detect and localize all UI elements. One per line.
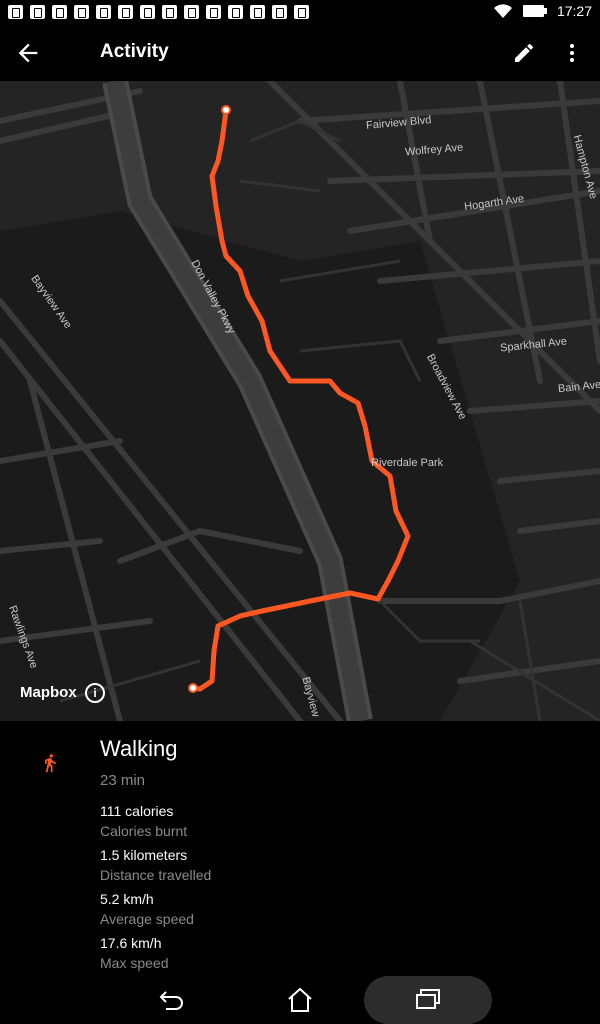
stat-value: 5.2 km/h [100, 891, 154, 907]
battery-icon [522, 5, 547, 17]
stat-calories: 111 calories Calories burnt [100, 803, 187, 839]
notification-icon [206, 5, 221, 19]
notification-icon [96, 5, 111, 19]
clock: 17:27 [556, 3, 592, 19]
info-icon[interactable]: i [85, 683, 105, 703]
activity-duration: 23 min [100, 772, 146, 789]
map-label: Riverdale Park [371, 457, 444, 469]
stat-distance: 1.5 kilometers Distance travelled [100, 847, 211, 883]
notification-icon [30, 5, 45, 19]
stat-label: Average speed [100, 911, 194, 927]
notification-icon [228, 5, 243, 19]
stat-value: 1.5 kilometers [100, 847, 188, 863]
notification-icon [8, 5, 23, 19]
notification-icons [8, 5, 309, 19]
stat-label: Calories burnt [100, 823, 188, 839]
system-nav-bar [0, 976, 600, 1024]
app-bar: Activity [0, 25, 600, 81]
nav-back-icon[interactable] [158, 988, 186, 1012]
stat-max-speed: 17.6 km/h Max speed [100, 935, 168, 971]
nav-recent-apps-icon[interactable] [414, 988, 442, 1012]
stat-label: Max speed [100, 955, 169, 971]
arrow-back-icon[interactable] [14, 39, 42, 67]
page-title: Activity [100, 41, 169, 62]
stat-value: 17.6 km/h [100, 935, 162, 951]
map-canvas [0, 81, 600, 721]
route-map[interactable]: Fairview Blvd Wolfrey Ave Hogarth Ave Ha… [0, 81, 600, 721]
stat-average-speed: 5.2 km/h Average speed [100, 891, 194, 927]
notification-icon [184, 5, 199, 19]
activity-type: Walking [100, 736, 178, 761]
route-end-marker [188, 683, 198, 693]
pencil-icon[interactable] [512, 41, 536, 65]
notification-icon [294, 5, 309, 19]
stat-label: Distance travelled [100, 867, 212, 883]
route-start-marker [221, 105, 231, 115]
notification-icon [272, 5, 287, 19]
walking-icon [45, 754, 56, 773]
notification-icon [140, 5, 155, 19]
notification-icon [52, 5, 67, 19]
notification-icon [162, 5, 177, 19]
nav-home-icon[interactable] [286, 986, 314, 1014]
notification-icon [118, 5, 133, 19]
status-bar: 17:27 [0, 0, 600, 25]
stat-value: 111 calories [100, 803, 174, 819]
notification-icon [250, 5, 265, 19]
notification-icon [74, 5, 89, 19]
wifi-icon [493, 4, 512, 18]
activity-details: Walking 23 min 111 calories Calories bur… [0, 721, 600, 976]
more-vert-icon[interactable] [560, 41, 584, 65]
mapbox-logo: Mapbox [20, 684, 77, 701]
